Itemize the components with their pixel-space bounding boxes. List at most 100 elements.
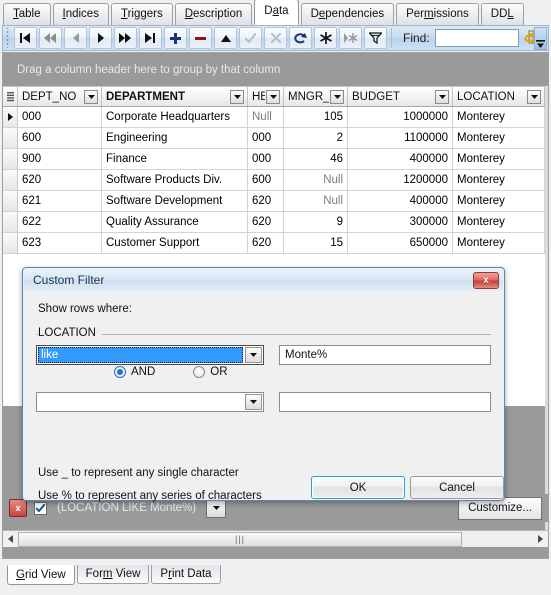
- cell-department[interactable]: Software Development: [102, 191, 248, 211]
- grid-vertical-scrollbar[interactable]: [545, 86, 548, 558]
- cell-head-dept[interactable]: Null: [248, 107, 284, 127]
- column-header-department[interactable]: DEPARTMENT: [102, 87, 248, 106]
- scroll-right-button[interactable]: [533, 531, 548, 547]
- column-filter-dropdown-budget[interactable]: [435, 89, 449, 104]
- cancel-button[interactable]: Cancel: [410, 476, 504, 499]
- tab-grid-view[interactable]: Grid View: [7, 565, 75, 585]
- prior-page-button[interactable]: [39, 27, 62, 49]
- column-filter-dropdown-location[interactable]: [527, 89, 541, 104]
- dialog-title-bar[interactable]: Custom Filter x: [24, 269, 503, 291]
- column-header-budget[interactable]: BUDGET: [348, 87, 453, 106]
- value-input-1[interactable]: Monte%: [279, 345, 491, 365]
- value-input-2[interactable]: [279, 392, 491, 412]
- tab-description[interactable]: Description: [174, 3, 253, 25]
- filter-enabled-checkbox[interactable]: [34, 501, 47, 515]
- cell-head-dept[interactable]: 620: [248, 191, 284, 211]
- cell-mngr-no[interactable]: Null: [284, 170, 348, 190]
- operator-combo-2-arrow[interactable]: [245, 394, 262, 410]
- set-null-button[interactable]: [314, 27, 337, 49]
- operator-combo-1-arrow[interactable]: [245, 347, 262, 363]
- cell-budget[interactable]: 300000: [348, 212, 453, 232]
- column-header-mngr-no[interactable]: MNGR_N: [284, 87, 348, 106]
- table-row[interactable]: 620 Software Products Div. 600 Null 1200…: [3, 170, 548, 191]
- last-record-button[interactable]: [139, 27, 162, 49]
- tab-triggers[interactable]: Triggers: [110, 3, 173, 25]
- column-filter-dropdown-mngr-no[interactable]: [330, 89, 344, 104]
- cell-location[interactable]: Monterey: [453, 107, 545, 127]
- tab-table[interactable]: Table: [3, 3, 51, 25]
- cell-head-dept[interactable]: 600: [248, 170, 284, 190]
- cell-budget[interactable]: 1000000: [348, 107, 453, 127]
- cell-dept-no[interactable]: 620: [18, 170, 102, 190]
- tab-form-view[interactable]: Form View: [76, 565, 150, 584]
- cell-department[interactable]: Engineering: [102, 128, 248, 148]
- cell-location[interactable]: Monterey: [453, 233, 545, 253]
- cell-dept-no[interactable]: 000: [18, 107, 102, 127]
- cell-department[interactable]: Customer Support: [102, 233, 248, 253]
- cell-mngr-no[interactable]: 105: [284, 107, 348, 127]
- cell-mngr-no[interactable]: 9: [284, 212, 348, 232]
- dialog-close-button[interactable]: x: [473, 271, 499, 289]
- column-header-dept-no[interactable]: DEPT_NO: [18, 87, 102, 106]
- cell-department[interactable]: Software Products Div.: [102, 170, 248, 190]
- post-edit-button[interactable]: [239, 27, 262, 49]
- column-filter-dropdown-head-dept[interactable]: [266, 89, 280, 104]
- remove-filter-button[interactable]: x: [9, 499, 27, 517]
- cell-dept-no[interactable]: 623: [18, 233, 102, 253]
- table-row[interactable]: 600 Engineering 000 2 1100000 Monterey: [3, 128, 548, 149]
- column-filter-dropdown-dept-no[interactable]: [84, 89, 98, 104]
- cell-mngr-no[interactable]: Null: [284, 191, 348, 211]
- cell-dept-no[interactable]: 621: [18, 191, 102, 211]
- cell-mngr-no[interactable]: 15: [284, 233, 348, 253]
- radio-or[interactable]: OR: [193, 366, 228, 378]
- cell-mngr-no[interactable]: 46: [284, 149, 348, 169]
- radio-or-indicator[interactable]: [193, 366, 206, 378]
- cell-head-dept[interactable]: 620: [248, 233, 284, 253]
- table-row[interactable]: 623 Customer Support 620 15 650000 Monte…: [3, 233, 548, 254]
- clear-value-button[interactable]: [339, 27, 362, 49]
- radio-and[interactable]: AND: [114, 366, 155, 378]
- filter-button[interactable]: [364, 27, 387, 49]
- tab-indices[interactable]: Indices: [52, 3, 109, 25]
- tab-print-data[interactable]: Print Data: [151, 565, 221, 584]
- cell-location[interactable]: Monterey: [453, 212, 545, 232]
- cell-location[interactable]: Monterey: [453, 149, 545, 169]
- table-row[interactable]: 621 Software Development 620 Null 400000…: [3, 191, 548, 212]
- ok-button[interactable]: OK: [311, 476, 405, 499]
- cell-dept-no[interactable]: 622: [18, 212, 102, 232]
- next-page-button[interactable]: [114, 27, 137, 49]
- tab-permissions[interactable]: Permissions: [396, 3, 479, 25]
- tab-dependencies[interactable]: Dependencies: [300, 3, 395, 25]
- tab-data[interactable]: Data: [254, 0, 299, 25]
- operator-combo-2[interactable]: [36, 392, 264, 412]
- column-header-head-dept[interactable]: HE: [248, 87, 284, 106]
- cell-dept-no[interactable]: 900: [18, 149, 102, 169]
- refresh-button[interactable]: [289, 27, 312, 49]
- column-header-location[interactable]: LOCATION: [453, 87, 545, 106]
- prior-record-button[interactable]: [64, 27, 87, 49]
- cell-budget[interactable]: 400000: [348, 149, 453, 169]
- cell-mngr-no[interactable]: 2: [284, 128, 348, 148]
- cell-dept-no[interactable]: 600: [18, 128, 102, 148]
- cell-head-dept[interactable]: 620: [248, 212, 284, 232]
- cell-department[interactable]: Corporate Headquarters: [102, 107, 248, 127]
- column-filter-dropdown-department[interactable]: [230, 89, 244, 104]
- cell-location[interactable]: Monterey: [453, 128, 545, 148]
- radio-and-indicator[interactable]: [114, 366, 126, 378]
- cell-budget[interactable]: 1100000: [348, 128, 453, 148]
- table-row[interactable]: 900 Finance 000 46 400000 Monterey: [3, 149, 548, 170]
- table-row[interactable]: 622 Quality Assurance 620 9 300000 Monte…: [3, 212, 548, 233]
- tab-ddl[interactable]: DDL: [480, 3, 524, 25]
- find-input[interactable]: [434, 29, 519, 47]
- insert-record-button[interactable]: [164, 27, 187, 49]
- toolbar-drag-handle[interactable]: [4, 28, 11, 48]
- toolbar-overflow-button[interactable]: [534, 27, 547, 50]
- cell-head-dept[interactable]: 000: [248, 128, 284, 148]
- cell-location[interactable]: Monterey: [453, 191, 545, 211]
- operator-combo-1[interactable]: like: [36, 345, 264, 365]
- first-record-button[interactable]: [14, 27, 37, 49]
- horizontal-scroll-track[interactable]: [462, 531, 533, 547]
- group-by-panel[interactable]: Drag a column header here to group by th…: [3, 53, 548, 86]
- cell-department[interactable]: Finance: [102, 149, 248, 169]
- next-record-button[interactable]: [89, 27, 112, 49]
